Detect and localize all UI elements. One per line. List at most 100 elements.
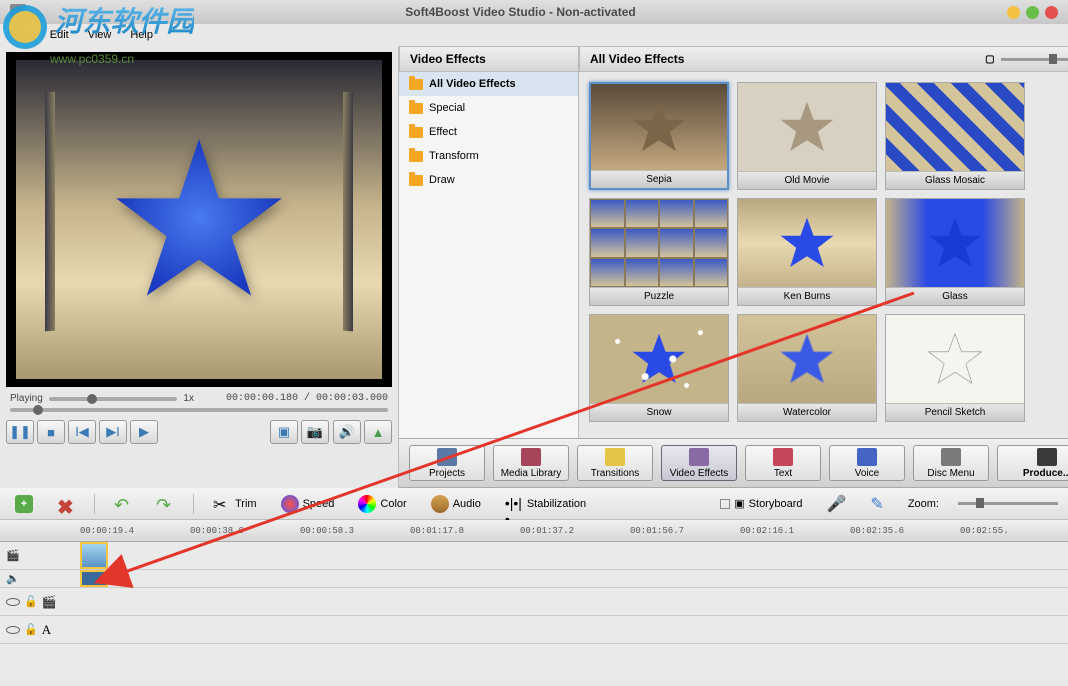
menu-help[interactable]: Help — [122, 27, 161, 43]
volume-button[interactable]: 🔊 — [333, 420, 361, 444]
category-item[interactable]: Effect — [399, 120, 578, 144]
tab-medialibrary[interactable]: Media Library — [493, 445, 569, 481]
time-mark: 00:02:35.6 — [850, 526, 904, 536]
tab-transitions[interactable]: Transitions — [577, 445, 653, 481]
time-mark: 00:01:56.7 — [630, 526, 684, 536]
preview-video[interactable] — [6, 52, 392, 387]
video-clip[interactable] — [80, 542, 108, 569]
time-mark: 00:02:55. — [960, 526, 1009, 536]
storyboard-toggle[interactable]: ▣Storyboard — [715, 494, 807, 513]
categories-header: Video Effects — [399, 46, 579, 72]
add-button[interactable]: + — [10, 492, 38, 516]
mic-icon[interactable]: 🎤 — [821, 491, 851, 517]
menu-edit[interactable]: Edit — [42, 27, 77, 43]
menu-view[interactable]: View — [80, 27, 120, 43]
timeline-zoom-slider[interactable] — [958, 502, 1058, 505]
effect-card-pencil-sketch[interactable]: Pencil Sketch — [885, 314, 1025, 422]
color-button[interactable]: Color — [353, 492, 411, 516]
category-item[interactable]: Draw — [399, 168, 578, 192]
stabilization-button[interactable]: •|•|•Stabilization — [500, 492, 591, 516]
folder-icon — [409, 151, 423, 162]
next-frame-button[interactable]: ▶I — [99, 420, 127, 444]
zoom-label: Zoom: — [903, 495, 944, 513]
edit-icon[interactable]: ✎ — [865, 491, 888, 517]
app-icon — [10, 4, 26, 20]
speed-button[interactable]: Speed — [276, 492, 340, 516]
mode-tabs: ProjectsMedia LibraryTransitionsVideo Ef… — [399, 438, 1068, 488]
effects-grid: SepiaOld MovieGlass Mosaic PuzzleKen Burn… — [579, 72, 1068, 438]
time-mark: 00:01:17.8 — [410, 526, 464, 536]
effect-card-snow[interactable]: Snow — [589, 314, 729, 422]
timeline: 00:00:19.4 00:00:38.9 00:00:58.3 00:01:17.8… — [0, 520, 1068, 680]
speed-slider[interactable] — [49, 397, 178, 401]
trim-button[interactable]: ✂Trim — [208, 492, 262, 516]
mute-button[interactable]: ▲ — [364, 420, 392, 444]
clapper-icon: 🎬 — [42, 595, 57, 609]
effect-card-ken-burns[interactable]: Ken Burns — [737, 198, 877, 306]
time-mark: 00:01:37.2 — [520, 526, 574, 536]
lock-icon[interactable]: 🔓 — [24, 595, 38, 608]
prev-frame-button[interactable]: I◀ — [68, 420, 96, 444]
stop-button[interactable]: ■ — [37, 420, 65, 444]
folder-icon — [409, 79, 423, 90]
tab-produce[interactable]: Produce... — [997, 445, 1068, 481]
delete-button[interactable]: ✖ — [52, 492, 80, 516]
minimize-button[interactable] — [1007, 6, 1020, 19]
eye-icon[interactable] — [6, 626, 20, 634]
current-time: 00:00:00.180 — [226, 393, 298, 404]
effect-card-old-movie[interactable]: Old Movie — [737, 82, 877, 190]
category-item[interactable]: All Video Effects — [399, 72, 578, 96]
audio-button[interactable]: Audio — [426, 492, 486, 516]
effects-header: All Video Effects ▢ ▣ — [579, 46, 1068, 72]
time-mark: 00:02:16.1 — [740, 526, 794, 536]
preview-panel: Playing 1x 00:00:00.180 / 00:00:03.000 ❚… — [0, 46, 398, 488]
menu-bar: File Edit View Help — [0, 24, 1068, 46]
time-ruler[interactable]: 00:00:19.4 00:00:38.9 00:00:58.3 00:01:17.8… — [0, 520, 1068, 542]
film-icon: 🎬 — [6, 549, 20, 562]
play-button[interactable]: ▶ — [130, 420, 158, 444]
edit-toolbar: + ✖ ↶ ↷ ✂Trim Speed Color Audio •|•|•Sta… — [0, 488, 1068, 520]
category-list: All Video EffectsSpecialEffectTransformD… — [399, 72, 579, 438]
undo-button[interactable]: ↶ — [109, 492, 137, 516]
effect-card-watercolor[interactable]: Watercolor — [737, 314, 877, 422]
total-time: 00:00:03.000 — [316, 393, 388, 404]
folder-icon — [409, 127, 423, 138]
tab-text[interactable]: Text — [745, 445, 821, 481]
effect-card-glass-mosaic[interactable]: Glass Mosaic — [885, 82, 1025, 190]
seek-slider[interactable] — [10, 408, 388, 412]
redo-button[interactable]: ↷ — [151, 492, 179, 516]
text-track[interactable]: 🔓A — [0, 616, 1068, 644]
eye-icon[interactable] — [6, 598, 20, 606]
tab-discmenu[interactable]: Disc Menu — [913, 445, 989, 481]
snapshot-button[interactable]: 📷 — [301, 420, 329, 444]
tab-voice[interactable]: Voice — [829, 445, 905, 481]
grid-toggle-icon[interactable]: ▢ — [985, 54, 994, 65]
range-button[interactable]: ▣ — [270, 420, 298, 444]
folder-icon — [409, 103, 423, 114]
folder-icon — [409, 175, 423, 186]
menu-file[interactable]: File — [5, 27, 39, 43]
tab-projects[interactable]: Projects — [409, 445, 485, 481]
lock-icon[interactable]: 🔓 — [24, 623, 38, 636]
close-button[interactable] — [1045, 6, 1058, 19]
window-titlebar: Soft4Boost Video Studio - Non-activated — [0, 0, 1068, 24]
window-title: Soft4Boost Video Studio - Non-activated — [34, 5, 1007, 19]
tab-videoeffects[interactable]: Video Effects — [661, 445, 737, 481]
time-mark: 00:00:38.9 — [190, 526, 244, 536]
thumb-zoom-slider[interactable] — [1001, 58, 1068, 61]
speaker-icon: 🔈 — [6, 572, 20, 585]
category-item[interactable]: Transform — [399, 144, 578, 168]
audio-track[interactable]: 🔈 — [0, 570, 1068, 588]
effect-track[interactable]: 🔓🎬 — [0, 588, 1068, 616]
maximize-button[interactable] — [1026, 6, 1039, 19]
audio-clip[interactable] — [80, 570, 108, 587]
time-mark: 00:00:58.3 — [300, 526, 354, 536]
effect-card-sepia[interactable]: Sepia — [589, 82, 729, 190]
category-item[interactable]: Special — [399, 96, 578, 120]
video-track[interactable]: 🎬 — [0, 542, 1068, 570]
time-mark: 00:00:19.4 — [80, 526, 134, 536]
effect-card-puzzle[interactable]: Puzzle — [589, 198, 729, 306]
preview-speed: 1x — [183, 393, 194, 404]
pause-button[interactable]: ❚❚ — [6, 420, 34, 444]
effect-card-glass[interactable]: Glass — [885, 198, 1025, 306]
